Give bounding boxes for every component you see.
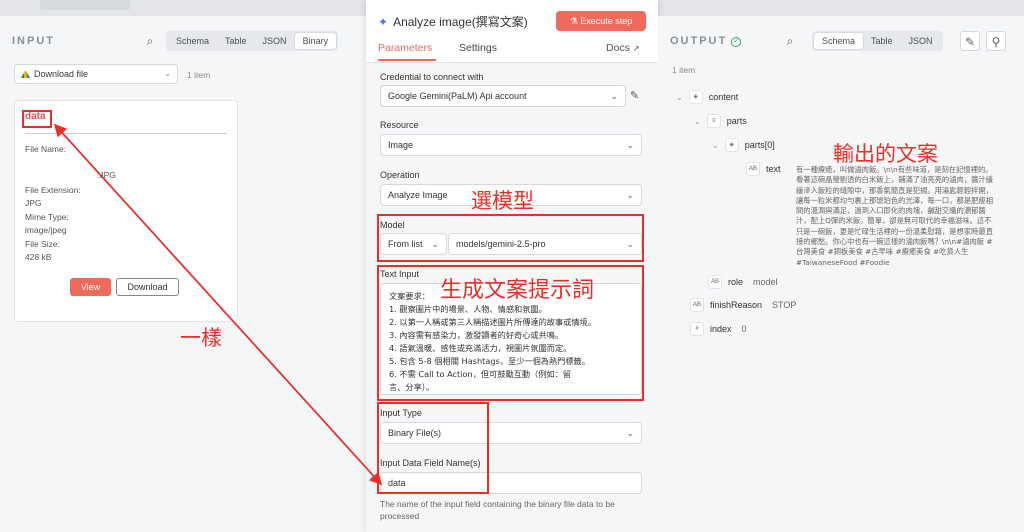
annotation-same: 一樣 [180, 326, 222, 350]
arrow-to-field-name [55, 125, 383, 486]
annotation-prompt: 生成文案提示詞 [440, 278, 595, 303]
annotation-output-text: 輸出的文案 [833, 142, 938, 166]
annotation-arrows [53, 123, 383, 486]
annotation-select-model: 選模型 [471, 189, 534, 213]
